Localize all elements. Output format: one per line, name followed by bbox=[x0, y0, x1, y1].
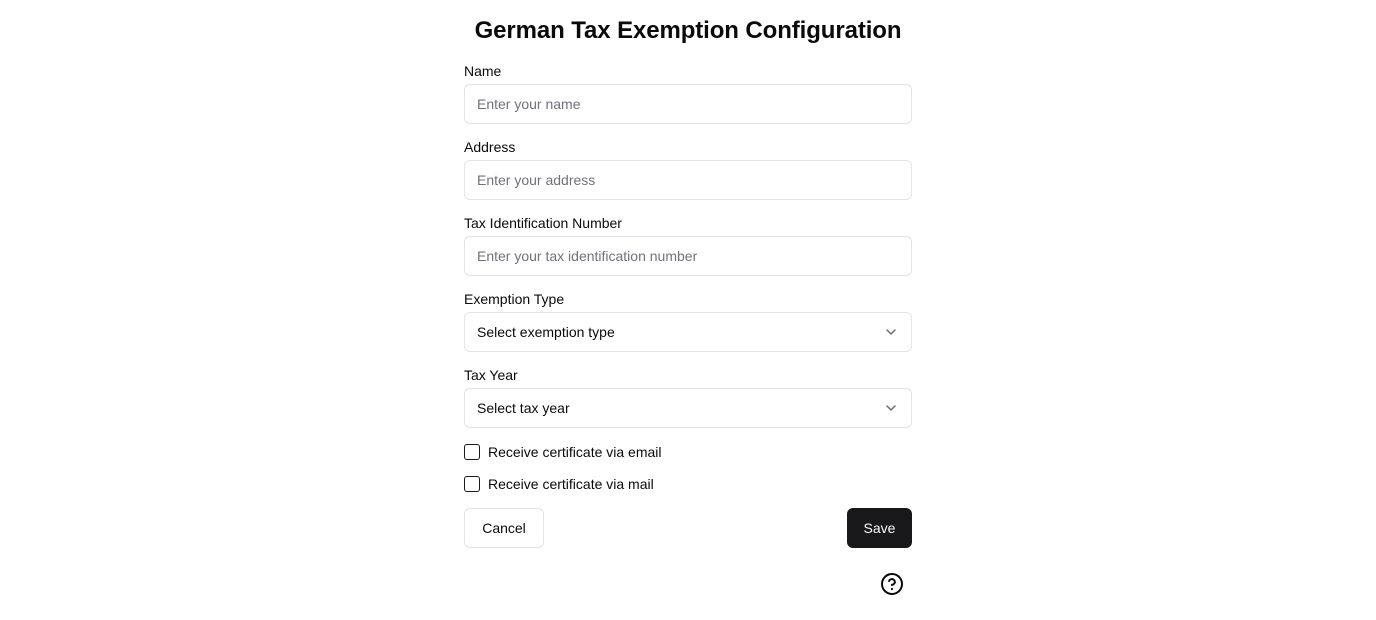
help-circle-icon bbox=[881, 573, 903, 595]
email-certificate-option: Receive certificate via email bbox=[464, 442, 662, 462]
email-certificate-checkbox[interactable] bbox=[464, 444, 480, 460]
mail-certificate-checkbox[interactable] bbox=[464, 476, 480, 492]
exemption-type-label: Exemption Type bbox=[464, 291, 565, 307]
exemption-type-value: Select exemption type bbox=[477, 324, 615, 340]
exemption-type-select[interactable]: Select exemption type bbox=[464, 312, 912, 352]
page-title: German Tax Exemption Configuration bbox=[474, 17, 902, 44]
address-input[interactable] bbox=[464, 160, 912, 200]
save-button[interactable]: Save bbox=[847, 508, 912, 548]
cancel-button[interactable]: Cancel bbox=[464, 508, 544, 548]
tax-year-label: Tax Year bbox=[464, 367, 518, 383]
email-certificate-label[interactable]: Receive certificate via email bbox=[488, 442, 662, 462]
tax-id-label: Tax Identification Number bbox=[464, 215, 622, 231]
tax-id-input[interactable] bbox=[464, 236, 912, 276]
name-label: Name bbox=[464, 63, 502, 79]
tax-year-select[interactable]: Select tax year bbox=[464, 388, 912, 428]
mail-certificate-label[interactable]: Receive certificate via mail bbox=[488, 474, 654, 494]
mail-certificate-option: Receive certificate via mail bbox=[464, 474, 654, 494]
address-label: Address bbox=[464, 139, 516, 155]
name-input[interactable] bbox=[464, 84, 912, 124]
chevron-down-icon bbox=[883, 400, 899, 416]
tax-year-value: Select tax year bbox=[477, 400, 570, 416]
chevron-down-icon bbox=[883, 324, 899, 340]
help-button[interactable] bbox=[880, 572, 904, 596]
